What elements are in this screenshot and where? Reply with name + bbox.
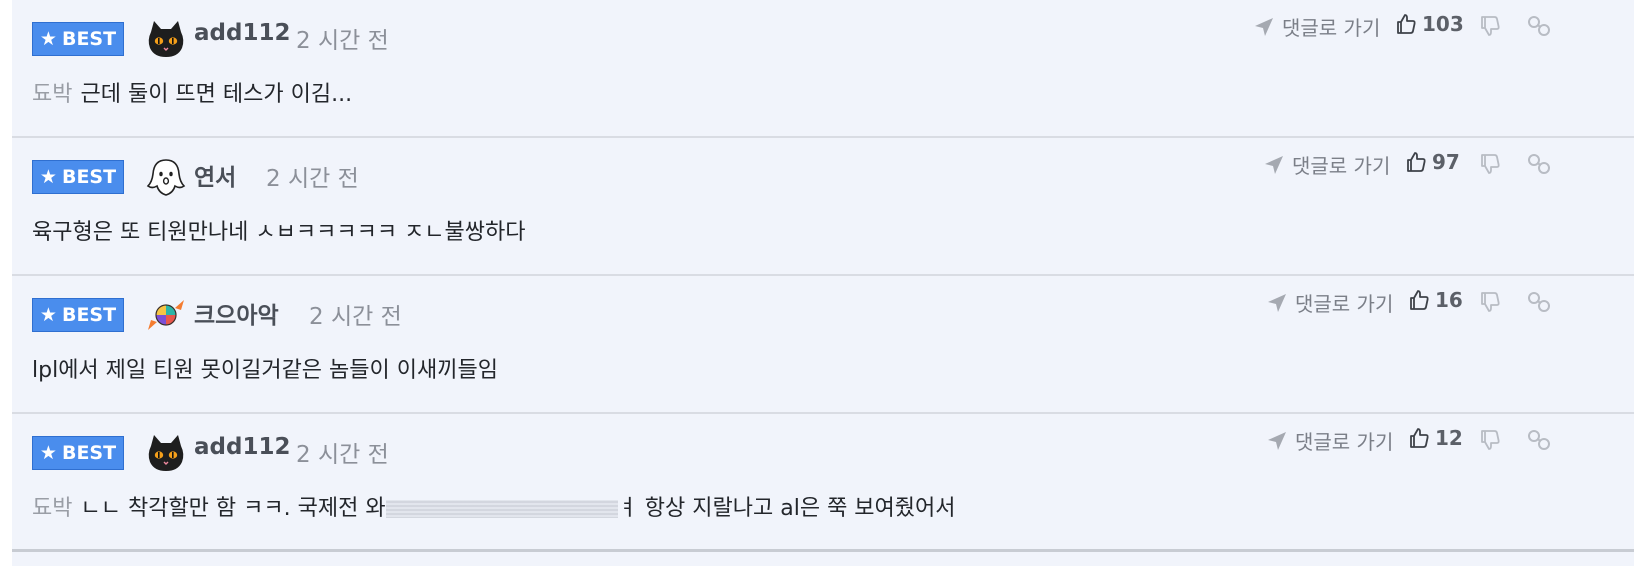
- author-name[interactable]: 연서: [194, 158, 236, 192]
- redacted-text: [385, 500, 618, 518]
- link-icon[interactable]: [1526, 13, 1552, 39]
- best-badge-label: BEST: [61, 28, 117, 50]
- like-count: 16: [1435, 288, 1463, 312]
- navigation-arrow-icon: [1255, 17, 1273, 36]
- comment-body: 됴박 ㄴㄴ 착각할만 함 ㅋㅋ. 국제전 와 ㅕ 항상 지랄나고 al은 쭉 보여줬…: [32, 490, 956, 522]
- navigation-arrow-icon: [1265, 155, 1283, 174]
- like-button[interactable]: 16: [1407, 288, 1463, 312]
- best-badge-label: BEST: [61, 304, 117, 326]
- star-icon: ★: [39, 165, 57, 188]
- like-button[interactable]: 103: [1394, 12, 1464, 36]
- best-badge-label: BEST: [61, 166, 117, 188]
- link-icon[interactable]: [1526, 427, 1552, 453]
- mention-tag[interactable]: 됴박: [32, 82, 72, 107]
- comment-text: 근데 둘이 뜨면 테스가 이김...: [80, 82, 353, 107]
- comment-item: ★ BEST 크으아악 2 시간 전 lpl에서 제일 티원 못이길거같은 놈들…: [12, 276, 1634, 414]
- author-name[interactable]: add112: [194, 434, 290, 460]
- post-time: 2 시간 전: [296, 28, 389, 54]
- comment-item: ★ BEST add112 2 시간 전 됴박 ㄴㄴ 착각할만 함 ㅋㅋ. 국제전…: [12, 414, 1634, 552]
- thumbs-down-icon[interactable]: [1478, 152, 1502, 176]
- thumbs-down-icon[interactable]: [1478, 290, 1502, 314]
- comment-item: ★ BEST 연서 2 시간 전 육구형은 또 티원만나네 ㅅㅂㅋㅋㅋㅋㅋ ㅈㄴ…: [12, 138, 1634, 276]
- black-cat-icon[interactable]: [145, 432, 187, 474]
- author-name[interactable]: add112: [194, 20, 290, 46]
- mention-tag[interactable]: 됴박: [32, 496, 72, 521]
- best-comment-list: ★ BEST add112 2 시간 전 됴박 근데 둘이 뜨면 테스가 이김..…: [12, 0, 1634, 566]
- best-badge-label: BEST: [61, 442, 117, 464]
- thumbs-up-icon: [1410, 290, 1429, 310]
- like-button[interactable]: 97: [1404, 150, 1460, 174]
- like-count: 97: [1432, 150, 1460, 174]
- candy-icon[interactable]: [145, 294, 187, 336]
- post-time: 2 시간 전: [266, 166, 359, 192]
- goto-comment-link[interactable]: 댓글로 가기: [1265, 426, 1393, 455]
- comment-body: 됴박 근데 둘이 뜨면 테스가 이김...: [32, 76, 352, 108]
- goto-comment-label: 댓글로 가기: [1292, 154, 1391, 178]
- comment-body: lpl에서 제일 티원 못이길거같은 놈들이 이새끼들임: [32, 352, 498, 384]
- thumbs-up-icon: [1397, 14, 1416, 34]
- goto-comment-link[interactable]: 댓글로 가기: [1252, 12, 1380, 41]
- navigation-arrow-icon: [1268, 431, 1286, 450]
- like-count: 103: [1422, 12, 1464, 36]
- like-count: 12: [1435, 426, 1463, 450]
- star-icon: ★: [39, 303, 57, 326]
- ghost-icon[interactable]: [145, 156, 187, 198]
- author-name[interactable]: 크으아악: [194, 296, 279, 330]
- comment-body: 육구형은 또 티원만나네 ㅅㅂㅋㅋㅋㅋㅋ ㅈㄴ불쌍하다: [32, 214, 526, 246]
- link-icon[interactable]: [1526, 151, 1552, 177]
- comment-item: ★ BEST add112 2 시간 전 됴박 근데 둘이 뜨면 테스가 이김..…: [12, 0, 1634, 138]
- navigation-arrow-icon: [1268, 293, 1286, 312]
- goto-comment-label: 댓글로 가기: [1295, 430, 1394, 454]
- thumbs-up-icon: [1407, 152, 1426, 172]
- comment-text-start: ㄴㄴ 착각할만 함 ㅋㅋ. 국제전 와: [80, 496, 386, 521]
- comment-text: lpl에서 제일 티원 못이길거같은 놈들이 이새끼들임: [32, 358, 498, 383]
- link-icon[interactable]: [1526, 289, 1552, 315]
- thumbs-down-icon[interactable]: [1478, 14, 1502, 38]
- goto-comment-label: 댓글로 가기: [1295, 292, 1394, 316]
- best-badge: ★ BEST: [32, 436, 124, 470]
- star-icon: ★: [39, 27, 57, 50]
- comment-text-end: ㅕ 항상 지랄나고 al은 쭉 보여줬어서: [617, 496, 956, 521]
- goto-comment-label: 댓글로 가기: [1282, 16, 1381, 40]
- best-badge: ★ BEST: [32, 298, 124, 332]
- comment-text: 육구형은 또 티원만나네 ㅅㅂㅋㅋㅋㅋㅋ ㅈㄴ불쌍하다: [32, 220, 526, 245]
- goto-comment-link[interactable]: 댓글로 가기: [1262, 150, 1390, 179]
- thumbs-down-icon[interactable]: [1478, 428, 1502, 452]
- best-badge: ★ BEST: [32, 22, 124, 56]
- thumbs-up-icon: [1410, 428, 1429, 448]
- post-time: 2 시간 전: [296, 442, 389, 468]
- like-button[interactable]: 12: [1407, 426, 1463, 450]
- post-time: 2 시간 전: [309, 304, 402, 330]
- star-icon: ★: [39, 441, 57, 464]
- black-cat-icon[interactable]: [145, 18, 187, 60]
- best-badge: ★ BEST: [32, 160, 124, 194]
- goto-comment-link[interactable]: 댓글로 가기: [1265, 288, 1393, 317]
